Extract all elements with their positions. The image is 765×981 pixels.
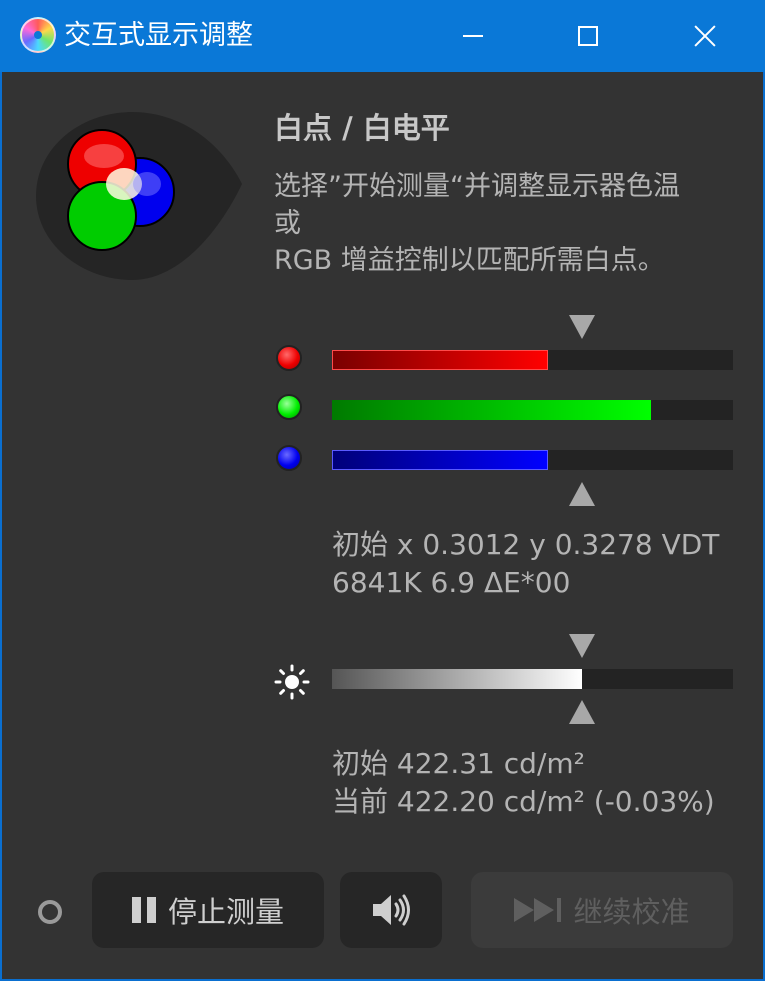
luminance-target-marker-bottom xyxy=(569,700,595,724)
measurement-status-icon xyxy=(38,900,62,924)
title-bar: 交互式显示调整 xyxy=(0,0,765,72)
pause-icon xyxy=(131,897,156,923)
luminance-target-marker-top xyxy=(569,634,595,658)
blue-channel-icon xyxy=(276,445,302,471)
luminance-fill xyxy=(332,669,582,689)
green-channel-icon xyxy=(276,394,302,420)
continue-calibration-label: 继续校准 xyxy=(573,895,690,929)
white-point-readout: 初始 x 0.3012 y 0.3278 VDT 6841K 6.9 ΔE*00 xyxy=(332,526,719,602)
rgb-circles-icon xyxy=(36,112,242,280)
blue-gain-fill xyxy=(332,450,548,470)
sound-toggle-button[interactable] xyxy=(340,872,442,948)
white-point-initial: 初始 x 0.3012 y 0.3278 VDT xyxy=(332,528,720,561)
minimize-icon xyxy=(463,35,483,37)
white-point-delta: 6841K 6.9 ΔE*00 xyxy=(332,566,571,599)
stop-measurement-button[interactable]: 停止测量 xyxy=(92,872,324,948)
minimize-button[interactable] xyxy=(414,0,532,72)
description-line: RGB 增益控制以匹配所需白点。 xyxy=(274,245,665,276)
panel-heading: 白点 / 白电平 xyxy=(274,111,450,145)
green-gain-bar xyxy=(332,400,733,420)
description-line: 或 xyxy=(274,208,301,239)
adjustment-panel: 白点 / 白电平 选择”开始测量“并调整显示器色温 或 RGB 增益控制以匹配所… xyxy=(2,72,763,979)
close-icon xyxy=(693,24,717,48)
luminance-current: 当前 422.20 cd/m² (-0.03%) xyxy=(332,785,715,818)
green-gain-fill xyxy=(332,400,651,420)
stop-measurement-label: 停止测量 xyxy=(167,895,284,929)
red-channel-icon xyxy=(276,345,302,371)
window-title: 交互式显示调整 xyxy=(64,20,253,51)
rgb-target-marker-bottom xyxy=(569,482,595,506)
color-disc-icon xyxy=(20,17,56,53)
close-button[interactable] xyxy=(646,0,764,72)
red-gain-fill xyxy=(332,350,548,370)
brightness-icon xyxy=(274,664,310,700)
maximize-button[interactable] xyxy=(529,0,647,72)
continue-calibration-button[interactable]: 继续校准 xyxy=(471,872,733,948)
description-line: 选择”开始测量“并调整显示器色温 xyxy=(274,171,680,202)
panel-description: 选择”开始测量“并调整显示器色温 或 RGB 增益控制以匹配所需白点。 xyxy=(274,168,734,279)
blue-gain-bar xyxy=(332,450,733,470)
luminance-bar xyxy=(332,669,733,689)
rgb-target-marker-top xyxy=(569,315,595,339)
maximize-icon xyxy=(578,26,598,46)
luminance-initial: 初始 422.31 cd/m² xyxy=(332,747,585,780)
red-gain-bar xyxy=(332,350,733,370)
skip-forward-icon xyxy=(514,898,562,922)
luminance-readout: 初始 422.31 cd/m² 当前 422.20 cd/m² (-0.03%) xyxy=(332,745,715,821)
speaker-icon xyxy=(373,894,410,926)
